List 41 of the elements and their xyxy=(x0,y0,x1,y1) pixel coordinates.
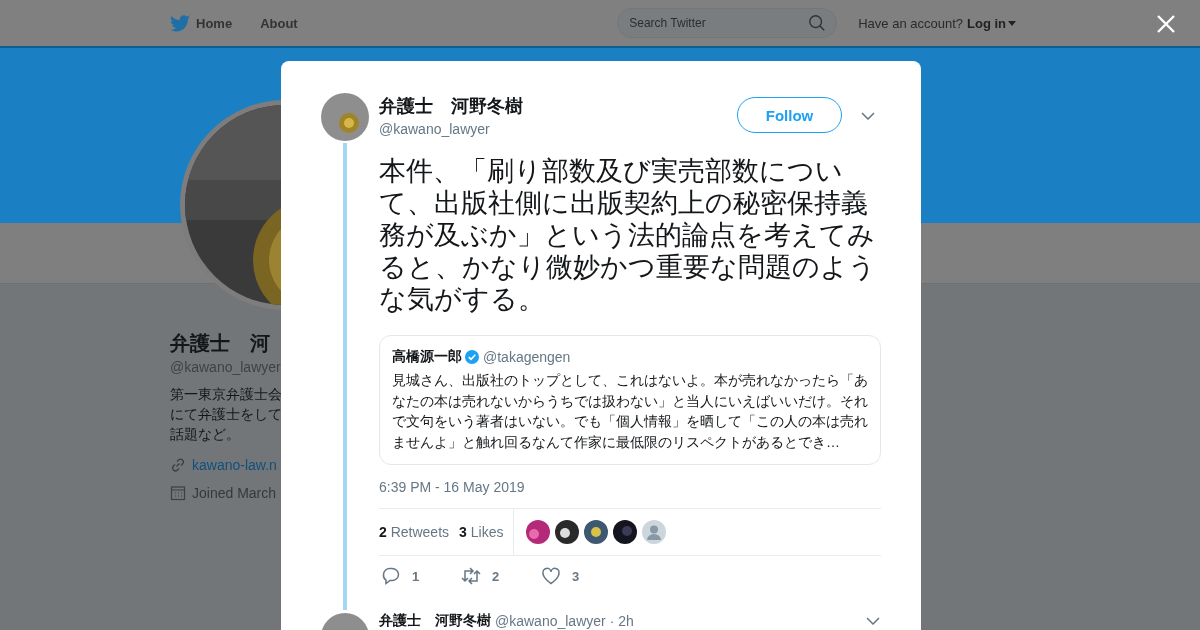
retweet-icon[interactable] xyxy=(461,566,481,586)
bird-icon xyxy=(170,14,190,32)
search-icon[interactable] xyxy=(808,14,827,32)
avatar[interactable] xyxy=(555,520,580,544)
close-icon[interactable] xyxy=(1156,14,1176,34)
author-handle: @kawano_lawyer xyxy=(379,121,491,137)
follow-button[interactable]: Follow xyxy=(737,97,842,133)
author-handle: @kawano_lawyer xyxy=(495,613,606,629)
profile-name: 弁護士 河 xyxy=(170,331,271,356)
quoted-tweet[interactable]: 高橋源一郎 @takagengen 見城さん、出版社のトップとして、これはないよ。本が売れなかったら「あなたの本は売れないからうちでは扱わない」と当人にいえばいいだけ。それで文句をいう著者はいない。でも「個人情報」を晒して「この人の本は売れませんよ」と触れ回るなんて作家に最低限のリスペクトがあるとでき… xyxy=(379,335,881,465)
joined-date: Joined March xyxy=(192,485,277,501)
caret-icon xyxy=(1008,20,1016,26)
stat-link[interactable]: 3 Likes xyxy=(459,524,504,540)
action-count: 3 xyxy=(572,568,580,584)
account-prompt: Have an account? xyxy=(858,15,963,31)
author-name: 弁護士 河野冬樹 xyxy=(379,612,491,630)
action-count: 2 xyxy=(492,568,500,584)
login-link[interactable]: Log in xyxy=(967,15,1016,31)
chevron-icon[interactable] xyxy=(866,617,880,625)
author-name: 弁護士 河野冬樹 xyxy=(379,95,524,118)
quoted-author-name: 高橋源一郎 xyxy=(392,348,462,366)
stat-link[interactable]: 2 Retweets xyxy=(379,524,450,540)
tweet-timestamp: 6:39 PM - 16 May 2019 xyxy=(379,479,526,495)
tweet-text: 本件、「刷り部数及び実売部数について、出版社側に出版契約上の秘密保持義務が及ぶか」という法的論点を考えてみると、かなり微妙かつ重要な問題のような気がする。 xyxy=(379,155,877,315)
calendar-icon xyxy=(170,485,186,501)
bio-line: 話題など。 xyxy=(170,426,241,444)
tweet-time: · 2h xyxy=(609,613,635,629)
link-icon xyxy=(170,457,186,473)
nav-link[interactable]: About xyxy=(260,15,298,31)
action-count: 1 xyxy=(412,568,420,584)
nav-link[interactable]: Home xyxy=(170,14,233,32)
reply-icon[interactable] xyxy=(381,566,401,586)
avatar[interactable] xyxy=(584,520,609,544)
like-icon[interactable] xyxy=(541,566,561,586)
quoted-tweet-text: 見城さん、出版社のトップとして、これはないよ。本が売れなかったら「あなたの本は売れないからうちでは扱わない」と当人にいえばいいだけ。それで文句をいう著者はいない。でも「個人情報」を晒して「この人の本は売れませんよ」と触れ回るなんて作家に最低限のリスペクトがあるとでき… xyxy=(392,371,868,452)
avatar[interactable] xyxy=(613,520,638,544)
bio-line: 第一東京弁護士会 xyxy=(170,386,283,404)
bio-line: にて弁護士をして xyxy=(170,406,283,424)
chevron-icon[interactable] xyxy=(861,112,875,120)
quoted-author-handle: @takagengen xyxy=(483,349,571,365)
search-field[interactable]: Search Twitter xyxy=(617,8,838,38)
